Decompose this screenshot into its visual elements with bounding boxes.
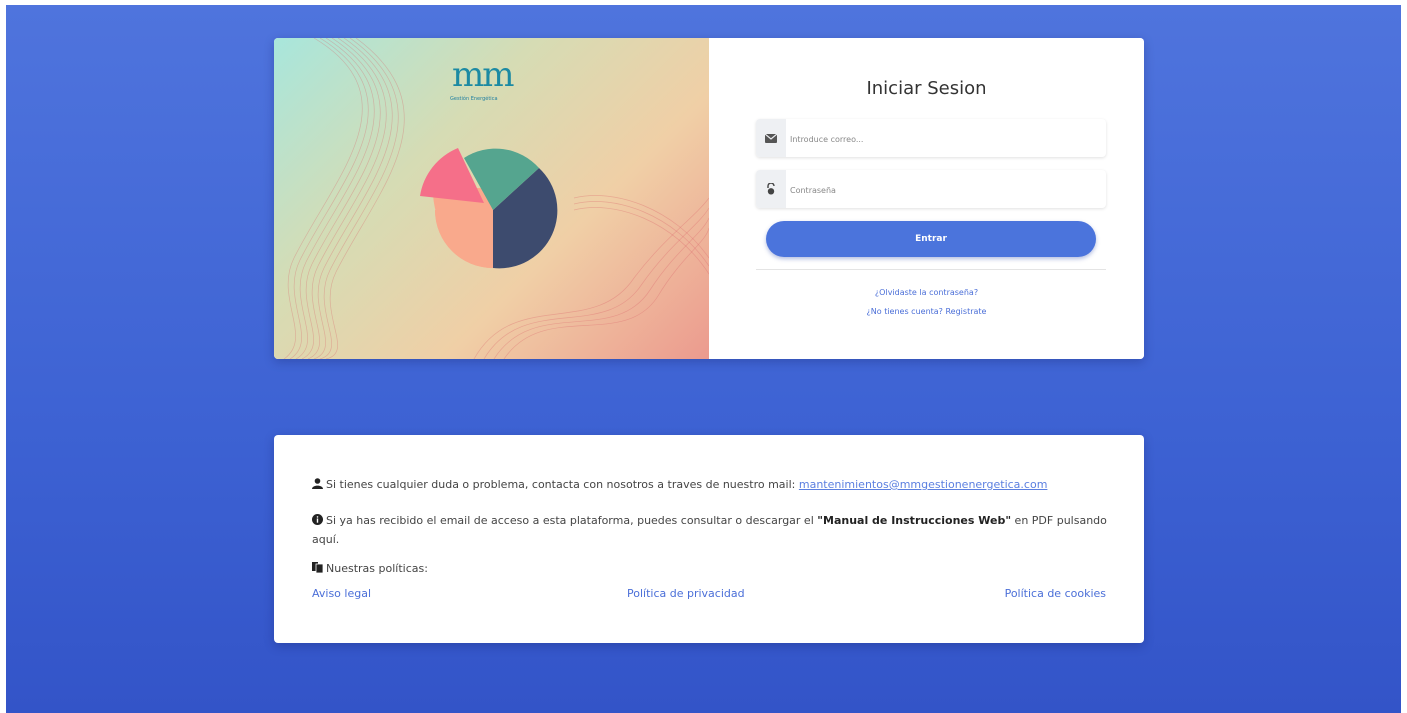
contact-line: Si tienes cualquier duda o problema, con…: [312, 475, 1112, 494]
password-field-group: [756, 170, 1108, 210]
privacy-policy-link[interactable]: Política de privacidad: [627, 587, 745, 600]
logo-mark: mm: [452, 55, 515, 95]
form-divider: [756, 269, 1106, 270]
lock-icon: [756, 170, 786, 208]
info-card: Si tienes cualquier duda o problema, con…: [274, 435, 1144, 643]
user-icon: [312, 478, 323, 489]
manual-line: Si ya has recibido el email de acceso a …: [312, 511, 1112, 549]
forgot-password-link[interactable]: ¿Olvidaste la contraseña?: [709, 288, 1144, 297]
email-input[interactable]: [786, 119, 1108, 159]
login-form: Iniciar Sesion Entrar ¿Olvidaste la cont…: [709, 38, 1144, 359]
logo-subtitle: Gestión Energética: [450, 96, 498, 102]
envelope-icon: [756, 119, 786, 157]
legal-notice-link[interactable]: Aviso legal: [312, 587, 371, 600]
login-title: Iniciar Sesion: [866, 78, 987, 99]
manual-text-before: Si ya has recibido el email de acceso a …: [326, 514, 814, 527]
email-field-group: [756, 119, 1108, 159]
documents-icon: [312, 562, 323, 573]
register-link[interactable]: ¿No tienes cuenta? Registrate: [709, 307, 1144, 316]
illustration-panel: mm Gestión Energética: [274, 38, 709, 359]
info-icon: [312, 514, 323, 525]
brand-logo: mm Gestión Energética: [444, 55, 524, 102]
pie-illustration: [420, 148, 558, 269]
manual-title: "Manual de Instrucciones Web": [817, 514, 1012, 527]
login-card: mm Gestión Energética Iniciar Sesion Ent…: [274, 38, 1144, 359]
password-input[interactable]: [786, 170, 1108, 210]
contact-email-link[interactable]: mantenimientos@mmgestionenergetica.com: [799, 478, 1048, 491]
policies-line: Nuestras políticas:: [312, 559, 1112, 578]
contact-text: Si tienes cualquier duda o problema, con…: [326, 478, 796, 491]
submit-button[interactable]: Entrar: [766, 221, 1096, 257]
cookies-policy-link[interactable]: Política de cookies: [1005, 587, 1106, 600]
policies-label: Nuestras políticas:: [326, 562, 428, 575]
